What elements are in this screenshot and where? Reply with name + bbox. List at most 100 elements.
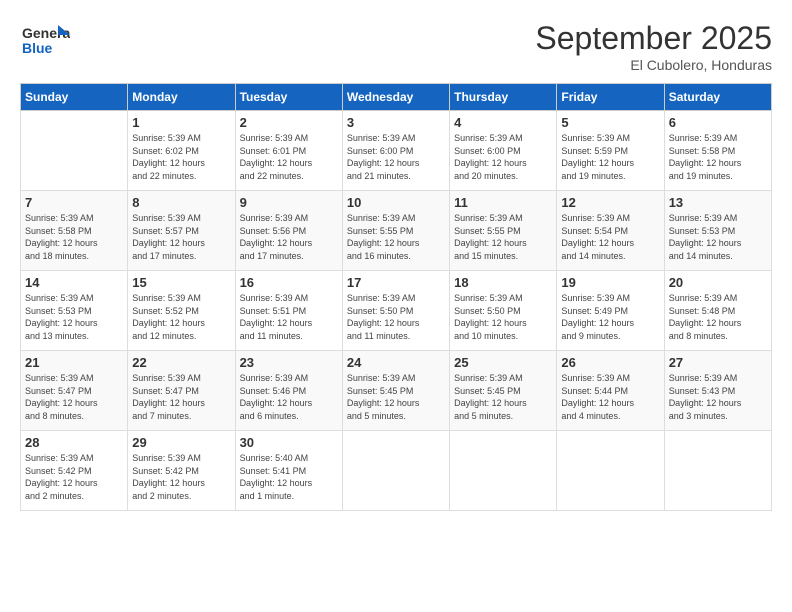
day-detail: Sunrise: 5:39 AM Sunset: 5:51 PM Dayligh…: [240, 292, 338, 342]
day-cell: 23Sunrise: 5:39 AM Sunset: 5:46 PM Dayli…: [235, 351, 342, 431]
day-cell: 1 Sunrise: 5:39 AM Sunset: 6:02 PM Daylig…: [128, 111, 235, 191]
day-number: 11: [454, 195, 552, 210]
day-detail: Sunrise: 5:39 AM Sunset: 5:53 PM Dayligh…: [669, 212, 767, 262]
calendar-header-row: SundayMondayTuesdayWednesdayThursdayFrid…: [21, 84, 772, 111]
day-detail: Sunrise: 5:39 AM Sunset: 5:47 PM Dayligh…: [25, 372, 123, 422]
day-number: 21: [25, 355, 123, 370]
day-cell: 10 Sunrise: 5:39 AM Sunset: 5:55 PM Dayli…: [342, 191, 449, 271]
day-cell: 3 Sunrise: 5:39 AM Sunset: 6:00 PM Daylig…: [342, 111, 449, 191]
day-detail: Sunrise: 5:39 AM Sunset: 5:58 PM Dayligh…: [25, 212, 123, 262]
day-cell: 2 Sunrise: 5:39 AM Sunset: 6:01 PM Daylig…: [235, 111, 342, 191]
day-number: 14: [25, 275, 123, 290]
day-detail: Sunrise: 5:39 AM Sunset: 5:45 PM Dayligh…: [454, 372, 552, 422]
day-number: 9: [240, 195, 338, 210]
day-number: 17: [347, 275, 445, 290]
day-number: 19: [561, 275, 659, 290]
logo: General Blue: [20, 20, 74, 60]
day-number: 29: [132, 435, 230, 450]
day-number: 26: [561, 355, 659, 370]
svg-text:Blue: Blue: [22, 40, 53, 56]
day-detail: Sunrise: 5:39 AM Sunset: 5:54 PM Dayligh…: [561, 212, 659, 262]
column-header-tuesday: Tuesday: [235, 84, 342, 111]
day-cell: [342, 431, 449, 511]
column-header-wednesday: Wednesday: [342, 84, 449, 111]
week-row-2: 7 Sunrise: 5:39 AM Sunset: 5:58 PM Daylig…: [21, 191, 772, 271]
week-row-4: 21 Sunrise: 5:39 AM Sunset: 5:47 PM Dayli…: [21, 351, 772, 431]
day-detail: Sunrise: 5:39 AM Sunset: 5:49 PM Dayligh…: [561, 292, 659, 342]
day-cell: 20Sunrise: 5:39 AM Sunset: 5:48 PM Dayli…: [664, 271, 771, 351]
day-cell: 7 Sunrise: 5:39 AM Sunset: 5:58 PM Daylig…: [21, 191, 128, 271]
day-cell: 29Sunrise: 5:39 AM Sunset: 5:42 PM Dayli…: [128, 431, 235, 511]
day-number: 8: [132, 195, 230, 210]
day-cell: 27Sunrise: 5:39 AM Sunset: 5:43 PM Dayli…: [664, 351, 771, 431]
day-number: 30: [240, 435, 338, 450]
day-cell: 6Sunrise: 5:39 AM Sunset: 5:58 PM Daylig…: [664, 111, 771, 191]
day-cell: [450, 431, 557, 511]
day-number: 3: [347, 115, 445, 130]
logo-icon: General Blue: [20, 20, 70, 60]
week-row-1: 1 Sunrise: 5:39 AM Sunset: 6:02 PM Daylig…: [21, 111, 772, 191]
day-cell: 11 Sunrise: 5:39 AM Sunset: 5:55 PM Dayli…: [450, 191, 557, 271]
day-detail: Sunrise: 5:39 AM Sunset: 5:55 PM Dayligh…: [347, 212, 445, 262]
day-number: 7: [25, 195, 123, 210]
day-cell: 24Sunrise: 5:39 AM Sunset: 5:45 PM Dayli…: [342, 351, 449, 431]
day-detail: Sunrise: 5:39 AM Sunset: 5:59 PM Dayligh…: [561, 132, 659, 182]
day-cell: 26 Sunrise: 5:39 AM Sunset: 5:44 PM Dayli…: [557, 351, 664, 431]
day-cell: [557, 431, 664, 511]
day-number: 25: [454, 355, 552, 370]
day-number: 20: [669, 275, 767, 290]
day-cell: 15 Sunrise: 5:39 AM Sunset: 5:52 PM Dayli…: [128, 271, 235, 351]
day-cell: 16Sunrise: 5:39 AM Sunset: 5:51 PM Dayli…: [235, 271, 342, 351]
day-detail: Sunrise: 5:39 AM Sunset: 5:47 PM Dayligh…: [132, 372, 230, 422]
column-header-thursday: Thursday: [450, 84, 557, 111]
day-detail: Sunrise: 5:39 AM Sunset: 5:55 PM Dayligh…: [454, 212, 552, 262]
day-number: 18: [454, 275, 552, 290]
day-detail: Sunrise: 5:39 AM Sunset: 5:44 PM Dayligh…: [561, 372, 659, 422]
day-cell: 19 Sunrise: 5:39 AM Sunset: 5:49 PM Dayli…: [557, 271, 664, 351]
day-detail: Sunrise: 5:39 AM Sunset: 5:52 PM Dayligh…: [132, 292, 230, 342]
day-number: 22: [132, 355, 230, 370]
day-detail: Sunrise: 5:39 AM Sunset: 5:42 PM Dayligh…: [25, 452, 123, 502]
day-detail: Sunrise: 5:40 AM Sunset: 5:41 PM Dayligh…: [240, 452, 338, 502]
day-detail: Sunrise: 5:39 AM Sunset: 6:00 PM Dayligh…: [347, 132, 445, 182]
day-cell: 17 Sunrise: 5:39 AM Sunset: 5:50 PM Dayli…: [342, 271, 449, 351]
day-cell: 25 Sunrise: 5:39 AM Sunset: 5:45 PM Dayli…: [450, 351, 557, 431]
day-detail: Sunrise: 5:39 AM Sunset: 5:53 PM Dayligh…: [25, 292, 123, 342]
day-number: 28: [25, 435, 123, 450]
day-cell: 22 Sunrise: 5:39 AM Sunset: 5:47 PM Dayli…: [128, 351, 235, 431]
week-row-3: 14 Sunrise: 5:39 AM Sunset: 5:53 PM Dayli…: [21, 271, 772, 351]
week-row-5: 28 Sunrise: 5:39 AM Sunset: 5:42 PM Dayli…: [21, 431, 772, 511]
day-number: 5: [561, 115, 659, 130]
day-number: 2: [240, 115, 338, 130]
calendar-table: SundayMondayTuesdayWednesdayThursdayFrid…: [20, 83, 772, 511]
day-detail: Sunrise: 5:39 AM Sunset: 5:58 PM Dayligh…: [669, 132, 767, 182]
column-header-friday: Friday: [557, 84, 664, 111]
day-number: 15: [132, 275, 230, 290]
day-number: 12: [561, 195, 659, 210]
day-cell: 12 Sunrise: 5:39 AM Sunset: 5:54 PM Dayli…: [557, 191, 664, 271]
day-cell: 18Sunrise: 5:39 AM Sunset: 5:50 PM Dayli…: [450, 271, 557, 351]
page-header: General Blue September 2025 El Cubolero,…: [20, 20, 772, 73]
day-number: 10: [347, 195, 445, 210]
day-cell: 14 Sunrise: 5:39 AM Sunset: 5:53 PM Dayli…: [21, 271, 128, 351]
day-number: 27: [669, 355, 767, 370]
day-detail: Sunrise: 5:39 AM Sunset: 6:02 PM Dayligh…: [132, 132, 230, 182]
location: El Cubolero, Honduras: [535, 57, 772, 73]
day-cell: [21, 111, 128, 191]
day-cell: 21 Sunrise: 5:39 AM Sunset: 5:47 PM Dayli…: [21, 351, 128, 431]
day-detail: Sunrise: 5:39 AM Sunset: 5:57 PM Dayligh…: [132, 212, 230, 262]
day-cell: 5 Sunrise: 5:39 AM Sunset: 5:59 PM Daylig…: [557, 111, 664, 191]
day-detail: Sunrise: 5:39 AM Sunset: 6:01 PM Dayligh…: [240, 132, 338, 182]
day-cell: [664, 431, 771, 511]
day-cell: 28 Sunrise: 5:39 AM Sunset: 5:42 PM Dayli…: [21, 431, 128, 511]
day-detail: Sunrise: 5:39 AM Sunset: 5:50 PM Dayligh…: [347, 292, 445, 342]
day-number: 23: [240, 355, 338, 370]
column-header-saturday: Saturday: [664, 84, 771, 111]
day-number: 13: [669, 195, 767, 210]
column-header-sunday: Sunday: [21, 84, 128, 111]
month-title: September 2025: [535, 20, 772, 57]
day-detail: Sunrise: 5:39 AM Sunset: 5:45 PM Dayligh…: [347, 372, 445, 422]
day-detail: Sunrise: 5:39 AM Sunset: 6:00 PM Dayligh…: [454, 132, 552, 182]
day-number: 1: [132, 115, 230, 130]
day-cell: 30 Sunrise: 5:40 AM Sunset: 5:41 PM Dayli…: [235, 431, 342, 511]
